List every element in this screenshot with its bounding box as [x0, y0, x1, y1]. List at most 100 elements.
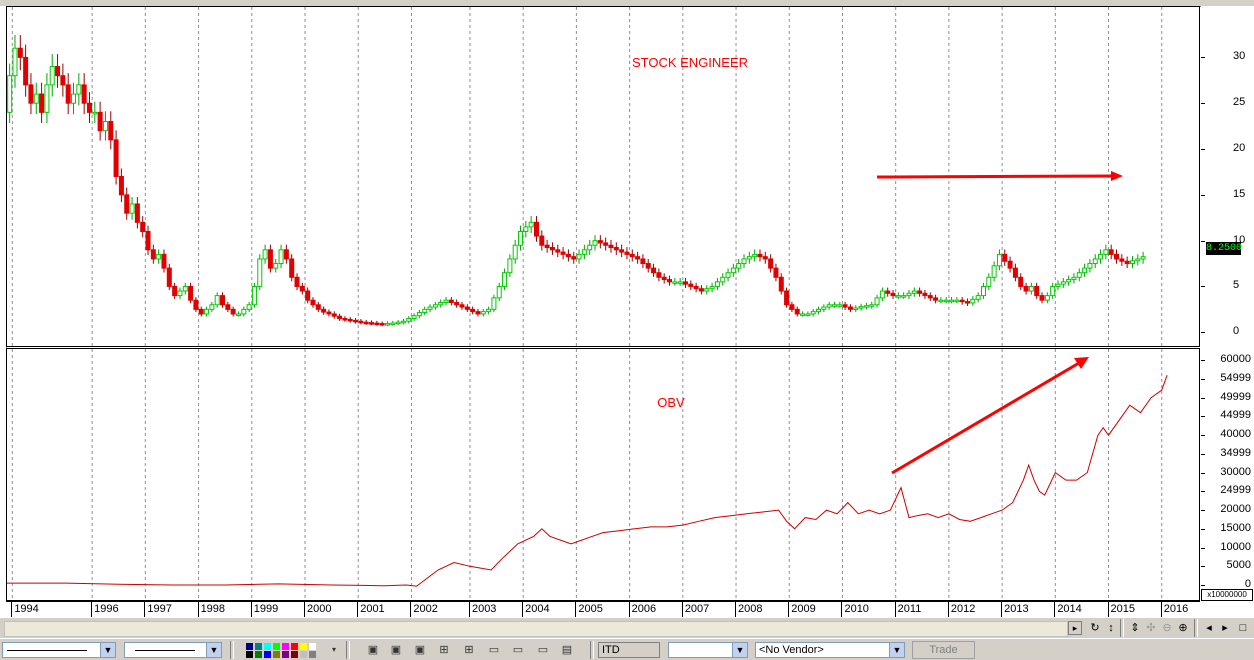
- color-swatch[interactable]: [264, 643, 271, 650]
- timeframe-field[interactable]: ITD: [598, 642, 660, 658]
- line-width-select[interactable]: ▼: [124, 642, 222, 658]
- select-cursor-icon[interactable]: ↕: [1104, 621, 1118, 635]
- candle-body: [752, 253, 758, 258]
- year-label: 2009: [791, 603, 816, 615]
- candle-body: [289, 258, 295, 278]
- candle-body: [1129, 260, 1135, 265]
- candle-body: [581, 249, 587, 255]
- scroll-left-icon[interactable]: ◂: [1202, 621, 1216, 635]
- chart-title: STOCK ENGINEER: [632, 55, 748, 70]
- rising-trend-arrow: [891, 357, 1089, 475]
- toolbar-separator: [1120, 619, 1124, 637]
- candle-body: [337, 315, 343, 320]
- color-swatch[interactable]: [291, 643, 298, 650]
- candle-body: [1098, 253, 1104, 260]
- color-swatch[interactable]: [255, 643, 262, 650]
- window-icon[interactable]: ▭: [535, 643, 551, 657]
- candle-body: [970, 298, 976, 304]
- obv-tick-mark: [1201, 360, 1205, 362]
- indicator-icon[interactable]: ▣: [365, 643, 381, 657]
- candle-body: [1023, 285, 1029, 292]
- scroll-right-icon[interactable]: ▸: [1218, 621, 1232, 635]
- color-swatch[interactable]: [255, 651, 262, 658]
- year-tick: [1054, 602, 1056, 617]
- line-style-select[interactable]: ▼: [2, 642, 116, 658]
- vendor-select[interactable]: <No Vendor> ▼: [755, 642, 905, 658]
- color-swatch[interactable]: [246, 643, 253, 650]
- candle-body: [571, 256, 577, 260]
- candle-body: [507, 258, 513, 274]
- candle-body: [44, 84, 50, 113]
- refresh-icon[interactable]: ↻: [1088, 621, 1102, 635]
- color-palette[interactable]: [246, 643, 326, 659]
- year-tick: [788, 602, 790, 617]
- color-swatch[interactable]: [300, 643, 307, 650]
- toolbar-separator: [346, 641, 350, 659]
- candle-body: [39, 93, 45, 113]
- candle-body: [533, 221, 539, 237]
- candle-body: [464, 306, 470, 310]
- chevron-down-icon[interactable]: ▼: [889, 643, 904, 657]
- insert-icon[interactable]: ⊞: [461, 643, 477, 657]
- indicator-icon[interactable]: ▣: [412, 643, 428, 657]
- price-tick-mark: [1201, 194, 1205, 196]
- pane-icon[interactable]: ▤: [559, 643, 575, 657]
- candle-body: [613, 247, 619, 251]
- time-axis: 1994 1996 1997 1998 1999 2000 2001 2002 2003 2004…: [6, 601, 1200, 618]
- color-swatch[interactable]: [264, 651, 271, 658]
- candle-body: [1018, 276, 1024, 287]
- candle-body: [188, 285, 194, 301]
- candle-body: [214, 295, 220, 306]
- obv-chart-panel[interactable]: OBV: [6, 348, 1200, 601]
- candle-body: [166, 267, 172, 287]
- zoom-out-icon[interactable]: ⊖: [1160, 621, 1174, 635]
- candle-body: [1007, 260, 1013, 269]
- color-swatch[interactable]: [282, 643, 289, 650]
- color-swatch[interactable]: [282, 651, 289, 658]
- candle-body: [17, 47, 23, 58]
- color-swatch[interactable]: [309, 651, 316, 658]
- candle-body: [629, 253, 635, 258]
- color-swatch[interactable]: [273, 643, 280, 650]
- indicator-icon[interactable]: ▣: [388, 643, 404, 657]
- last-price-label: 8.2500: [1206, 242, 1243, 255]
- color-swatch[interactable]: [246, 651, 253, 658]
- chevron-down-icon[interactable]: ▼: [732, 643, 747, 657]
- candle-body: [784, 290, 790, 306]
- candle-body: [299, 285, 305, 292]
- candle-body: [65, 84, 71, 104]
- obv-tick-label: 40000: [1220, 428, 1251, 441]
- chart-scrollbar[interactable]: ▸ ↻ ↕ ⇕ ✣ ⊖ ⊕ ◂ ▸ □: [0, 617, 1254, 638]
- obv-tick-label: 5000: [1226, 559, 1251, 572]
- candle-body: [954, 299, 960, 303]
- year-label: 1999: [253, 603, 279, 615]
- year-tick: [841, 602, 843, 617]
- candle-body: [741, 258, 747, 265]
- vertical-scale-icon[interactable]: ⇕: [1128, 621, 1142, 635]
- color-swatch[interactable]: [291, 651, 298, 658]
- price-chart-panel[interactable]: STOCK ENGINEER: [6, 6, 1200, 347]
- candle-body: [523, 226, 529, 232]
- candle-body: [901, 295, 907, 298]
- chevron-down-icon[interactable]: ▼: [100, 643, 115, 657]
- vendor-select-value: <No Vendor>: [759, 644, 824, 656]
- window-icon[interactable]: ▭: [486, 643, 502, 657]
- trade-button[interactable]: Trade: [912, 641, 975, 659]
- insert-icon[interactable]: ⊞: [436, 643, 452, 657]
- window-icon[interactable]: ▭: [510, 643, 526, 657]
- year-tick: [947, 602, 949, 617]
- interval-select[interactable]: ▼: [668, 642, 748, 658]
- color-swatch[interactable]: [273, 651, 280, 658]
- zoom-in-icon[interactable]: ⊕: [1176, 621, 1190, 635]
- pan-icon[interactable]: ✣: [1144, 621, 1158, 635]
- obv-tick-label: 20000: [1220, 503, 1251, 516]
- candle-body: [182, 285, 188, 292]
- chevron-down-icon[interactable]: ▼: [206, 643, 221, 657]
- maximize-icon[interactable]: □: [1236, 621, 1250, 635]
- color-swatch[interactable]: [309, 643, 316, 650]
- palette-dropdown-icon[interactable]: ▾: [326, 643, 342, 657]
- candle-body: [938, 299, 944, 303]
- color-swatch[interactable]: [300, 651, 307, 658]
- scroll-right-arrow[interactable]: ▸: [1068, 621, 1082, 635]
- scroll-track[interactable]: [4, 621, 1068, 637]
